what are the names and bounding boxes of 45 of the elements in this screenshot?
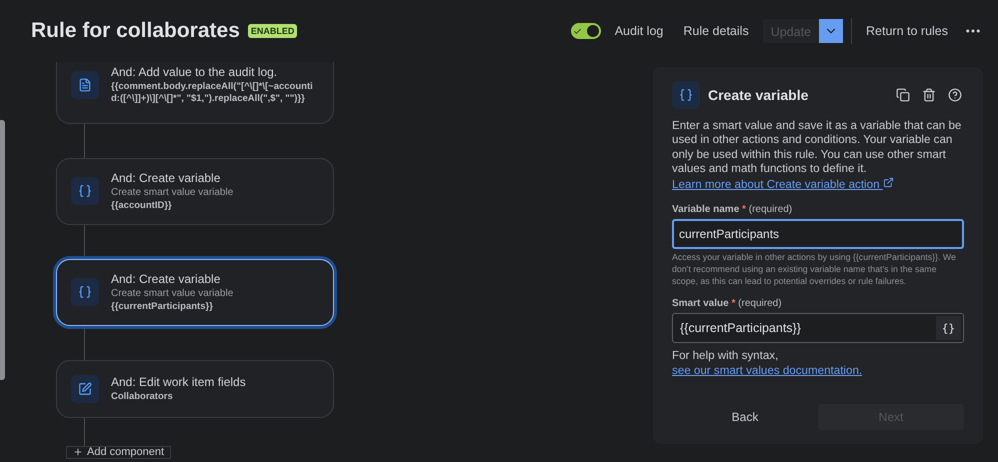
step-title: And: Edit work item fields <box>111 374 246 389</box>
step-card[interactable]: And: Create variable Create smart value variable {{accountID}} <box>56 158 334 225</box>
external-link-icon <box>882 176 894 188</box>
add-component-button[interactable]: Add component <box>66 446 172 459</box>
step-card[interactable]: And: Add value to the audit log. {{comment.body.replaceAll("[^\[]*\[~accountid:([^\]]+)\][^\[]*", "$1,").replaceAll(",$", "")}} <box>56 62 334 124</box>
learn-more-link[interactable]: Learn more about Create variable action <box>672 178 894 191</box>
check-icon <box>572 26 582 36</box>
step-title: And: Create variable <box>111 272 222 286</box>
return-link[interactable]: Return to rules <box>860 18 954 44</box>
step-card[interactable]: And: Create variable Create smart value variable {{currentParticipants}} <box>56 258 334 326</box>
rule-toggle[interactable] <box>570 23 601 39</box>
edit-icon <box>78 382 92 396</box>
smart-value-field[interactable]: {{currentParticipants}} {} <box>672 313 964 344</box>
field-label: Smart value * (required) <box>672 298 783 310</box>
header-link[interactable]: Audit log <box>608 18 670 44</box>
braces-icon <box>679 88 693 102</box>
step-detail: Collaborators <box>111 390 174 403</box>
help-icon[interactable] <box>946 86 964 104</box>
braces-icon <box>78 184 92 198</box>
status-badge: ENABLED <box>248 24 298 38</box>
syntax-help: For help with syntax, see our smart values documentation. <box>672 348 864 378</box>
panel-title: Create variable <box>708 87 810 103</box>
field-help: Access your variable in other actions by using {{currentParticipants}}. We don't recommend using an existing variable name that's in the same scope, as this can lead to potential overrides or rule failures. <box>672 252 957 288</box>
plus-icon <box>73 447 83 458</box>
docs-link[interactable]: see our smart values documentation. <box>672 364 862 378</box>
header-link[interactable]: Rule details <box>677 18 755 44</box>
footer-button[interactable]: Back <box>672 404 818 430</box>
step-detail: {{currentParticipants}} <box>111 300 214 313</box>
step-title: And: Add value to the audit log. <box>111 65 278 80</box>
step-title: And: Create variable <box>111 171 222 185</box>
step-subtitle: Create smart value variable <box>111 187 234 198</box>
panel-description: Enter a smart value and save it as a variable that can be used in other actions and conditions. Your variable can only be used within this rule. You can use other smart values and math functions to define it. Learn more about Create variable action <box>672 119 962 192</box>
step-detail: {{accountID}} <box>111 200 173 212</box>
copy-icon[interactable] <box>894 86 912 104</box>
scrollbar-thumb[interactable] <box>0 120 5 380</box>
step-card[interactable]: And: Edit work item fields Collaborators <box>56 360 334 418</box>
variable-name-field[interactable]: currentParticipants <box>672 219 964 250</box>
braces-button[interactable]: {} <box>936 316 961 340</box>
step-detail: {{comment.body.replaceAll("[^\[]*\[~accountid:([^\]]+)\][^\[]*", "$1,").replaceAll(",$", "")}} <box>111 81 314 105</box>
step-subtitle: Create smart value variable <box>111 288 234 299</box>
braces-icon <box>78 285 92 300</box>
document-icon <box>78 78 92 92</box>
field-label: Variable name * (required) <box>672 204 794 216</box>
dropdown-button[interactable] <box>819 19 844 43</box>
rule-title: Rule for collaborates <box>31 19 240 43</box>
